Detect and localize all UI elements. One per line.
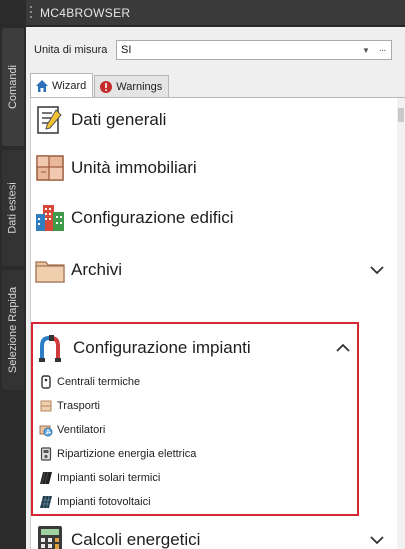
drag-grip-icon[interactable] bbox=[30, 5, 34, 20]
item-impianti-fotovoltaici[interactable]: Impianti fotovoltaici bbox=[39, 492, 151, 512]
units-row: Unita di misura SI ▼ ··· bbox=[26, 39, 405, 61]
folder-icon bbox=[33, 253, 67, 287]
units-select[interactable]: SI ▼ ··· bbox=[116, 40, 392, 60]
tab-warnings[interactable]: Warnings bbox=[94, 75, 170, 97]
floor-plan-icon bbox=[33, 151, 67, 185]
window-title: MC4BROWSER bbox=[40, 5, 131, 20]
tab-label: Wizard bbox=[52, 79, 87, 92]
buildings-icon bbox=[33, 201, 67, 235]
home-icon bbox=[35, 79, 49, 93]
section-dati-generali[interactable]: Dati generali bbox=[31, 100, 391, 140]
units-label: Unita di misura bbox=[34, 44, 108, 56]
side-tab-dati-estesi[interactable]: Dati estesi bbox=[2, 150, 24, 266]
browser-panel: Unita di misura SI ▼ ··· Wizard Warnings bbox=[26, 27, 405, 549]
side-tab-selezione-rapida[interactable]: Selezione Rapida bbox=[2, 270, 24, 390]
fan-icon bbox=[39, 423, 53, 437]
item-label: Trasporti bbox=[57, 400, 100, 412]
section-unita-immobiliari[interactable]: Unità immobiliari bbox=[31, 148, 391, 188]
side-tab-comandi[interactable]: Comandi bbox=[2, 28, 24, 146]
pipe-segment-icon bbox=[39, 399, 53, 413]
more-options-button[interactable]: ··· bbox=[373, 45, 391, 56]
section-label: Calcoli energetici bbox=[71, 530, 201, 549]
section-configurazione-impianti[interactable]: Configurazione impianti bbox=[33, 328, 357, 368]
section-label: Unità immobiliari bbox=[71, 158, 197, 177]
photovoltaic-panel-icon bbox=[39, 495, 53, 509]
pipes-icon bbox=[35, 331, 69, 365]
section-label: Dati generali bbox=[71, 110, 167, 129]
electric-meter-icon bbox=[39, 447, 53, 461]
impianti-group: Configurazione impianti Centrali termich… bbox=[31, 322, 359, 516]
side-tab-label: Comandi bbox=[7, 64, 19, 110]
solar-thermal-panel-icon bbox=[39, 471, 53, 485]
chevron-down-icon[interactable] bbox=[367, 530, 387, 549]
section-label: Configurazione impianti bbox=[73, 338, 251, 357]
section-label: Archivi bbox=[71, 260, 123, 279]
section-configurazione-edifici[interactable]: Configurazione edifici bbox=[31, 198, 391, 238]
app-root: Comandi Dati estesi Selezione Rapida MC4… bbox=[0, 0, 405, 549]
item-label: Impianti solari termici bbox=[57, 472, 161, 484]
item-label: Centrali termiche bbox=[57, 376, 141, 388]
item-impianti-solari-termici[interactable]: Impianti solari termici bbox=[39, 468, 160, 488]
scrollbar-thumb[interactable] bbox=[398, 108, 404, 122]
boiler-icon bbox=[39, 375, 53, 389]
item-label: Impianti fotovoltaici bbox=[57, 496, 151, 508]
chevron-down-icon[interactable] bbox=[367, 260, 387, 280]
calculator-icon bbox=[33, 523, 67, 549]
side-tab-label: Dati estesi bbox=[7, 182, 20, 234]
item-label: Ripartizione energia elettrica bbox=[57, 448, 197, 460]
units-value: SI bbox=[121, 44, 132, 56]
tab-wizard[interactable]: Wizard bbox=[30, 73, 94, 97]
section-label: Configurazione edifici bbox=[71, 208, 234, 227]
title-bar: MC4BROWSER bbox=[26, 0, 405, 26]
side-tab-strip: Comandi Dati estesi Selezione Rapida bbox=[0, 0, 26, 549]
side-tab-label: Selezione Rapida bbox=[7, 286, 20, 374]
wizard-content: Dati generali Unità immobiliari Configur… bbox=[30, 97, 405, 549]
chevron-up-icon[interactable] bbox=[333, 338, 353, 358]
warning-icon bbox=[99, 80, 113, 94]
item-centrali-termiche[interactable]: Centrali termiche bbox=[39, 372, 140, 392]
vertical-scrollbar[interactable] bbox=[397, 98, 405, 549]
section-archivi[interactable]: Archivi bbox=[31, 250, 391, 290]
tab-bar: Wizard Warnings bbox=[30, 73, 170, 97]
item-ripartizione-energia-elettrica[interactable]: Ripartizione energia elettrica bbox=[39, 444, 196, 464]
tab-label: Warnings bbox=[116, 80, 163, 93]
dropdown-arrow-icon[interactable]: ▼ bbox=[359, 46, 373, 55]
item-trasporti[interactable]: Trasporti bbox=[39, 396, 100, 416]
section-calcoli-energetici[interactable]: Calcoli energetici bbox=[31, 520, 391, 549]
item-ventilatori[interactable]: Ventilatori bbox=[39, 420, 105, 440]
item-label: Ventilatori bbox=[57, 424, 106, 436]
document-edit-icon bbox=[33, 103, 67, 137]
